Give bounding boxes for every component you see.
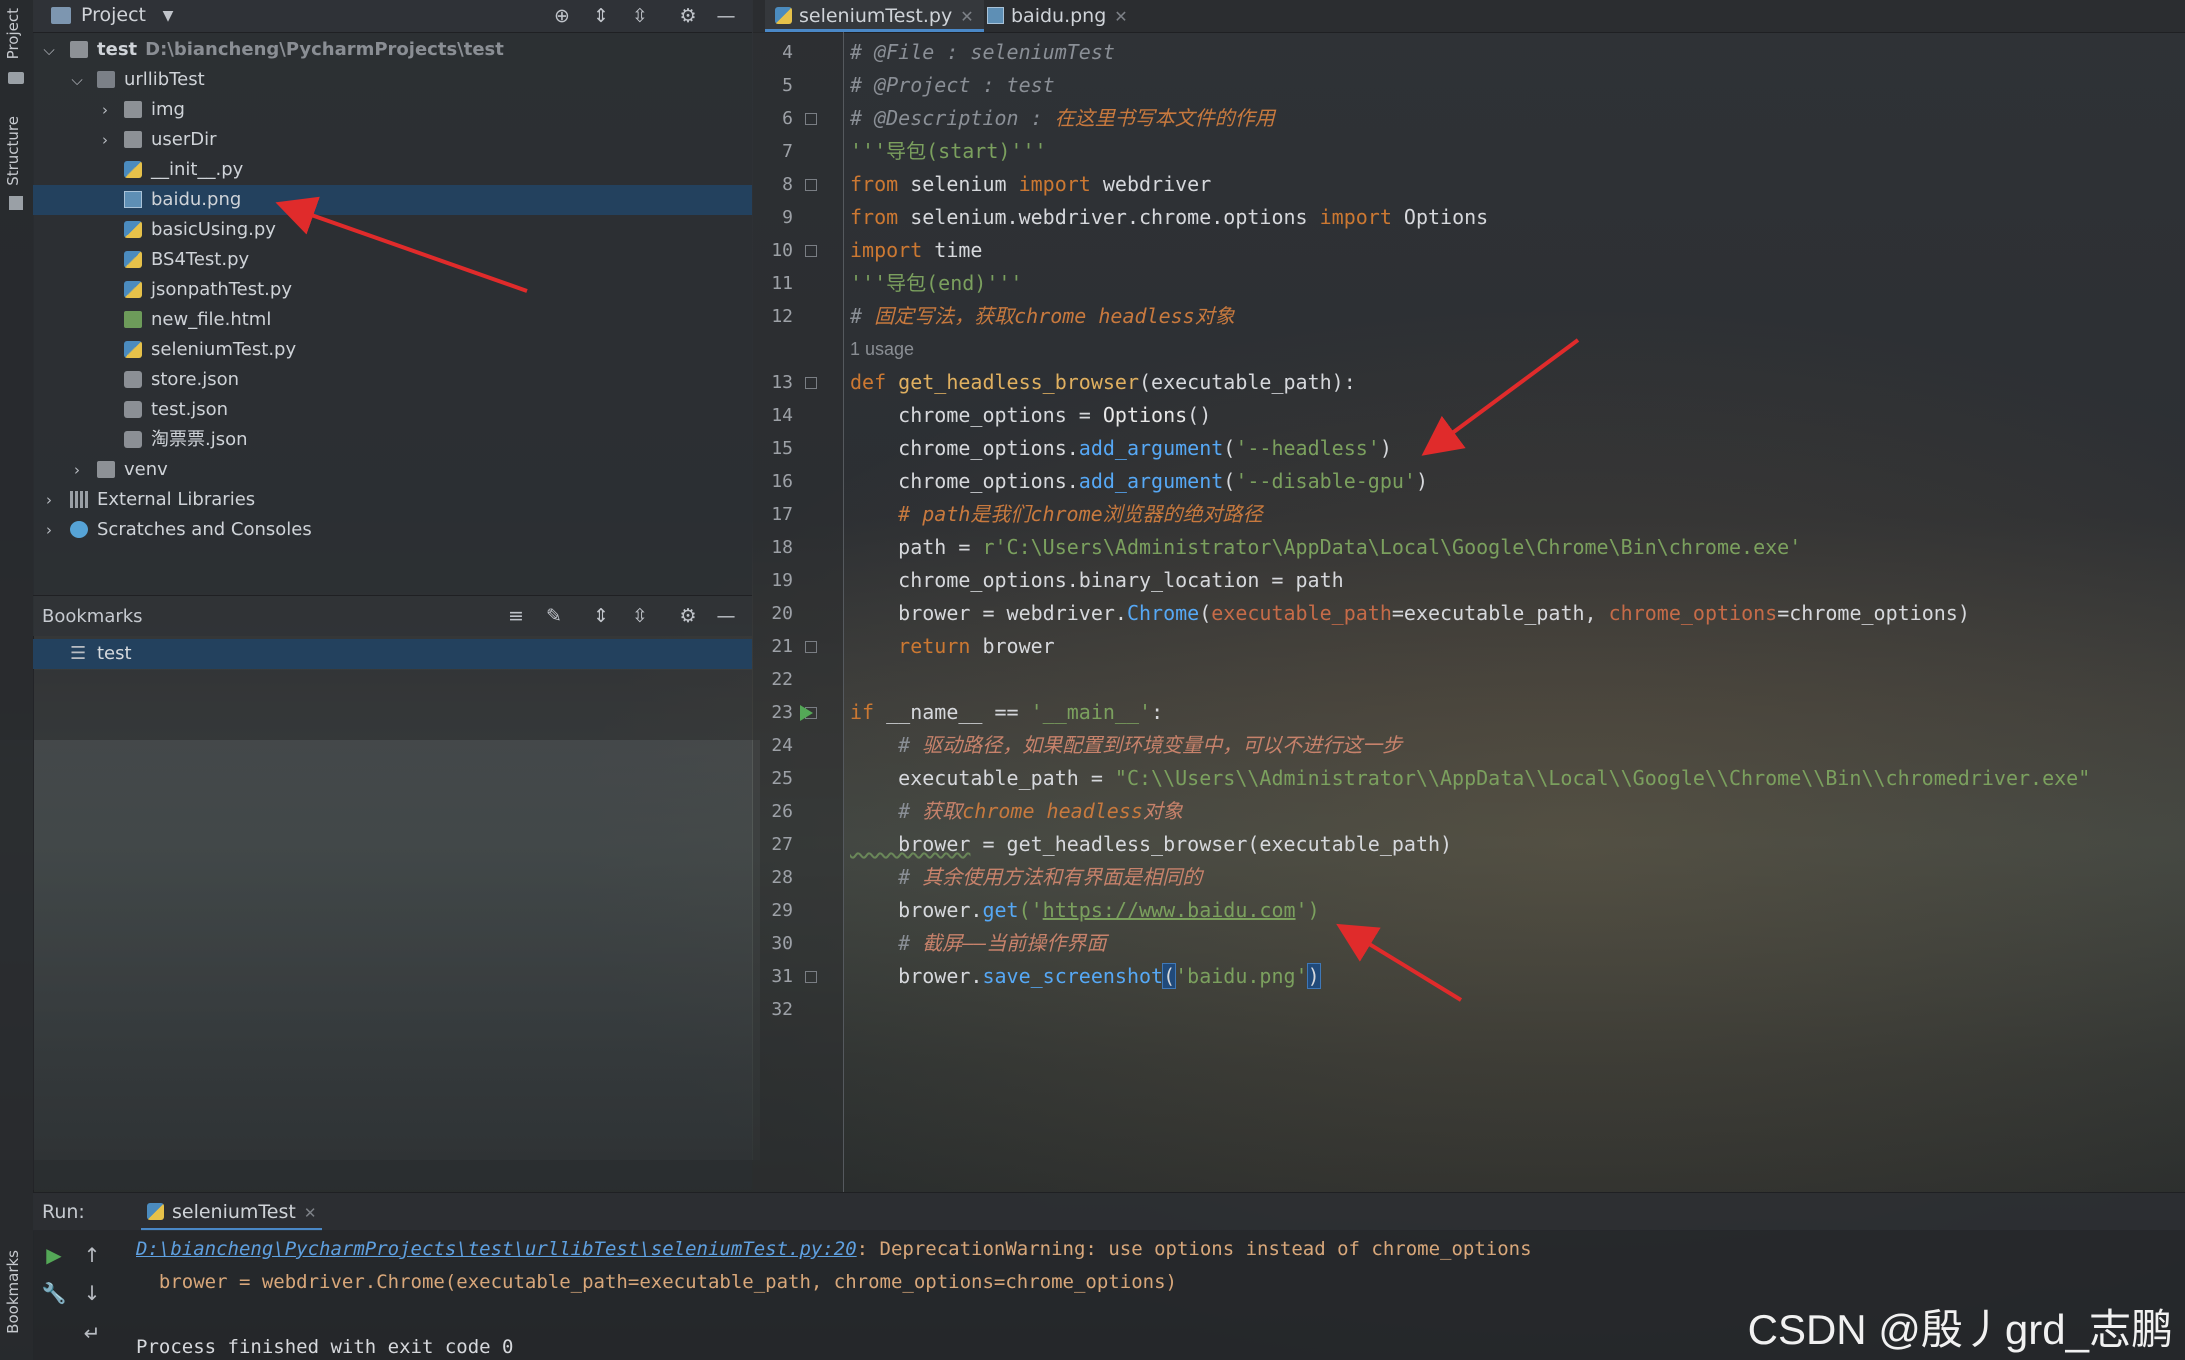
annotation-arrows — [275, 196, 1580, 1002]
arrow-to-headless-arg — [1421, 338, 1580, 456]
arrow-to-baidu-png — [275, 196, 528, 293]
arrow-to-save-screenshot — [1336, 923, 1463, 1002]
